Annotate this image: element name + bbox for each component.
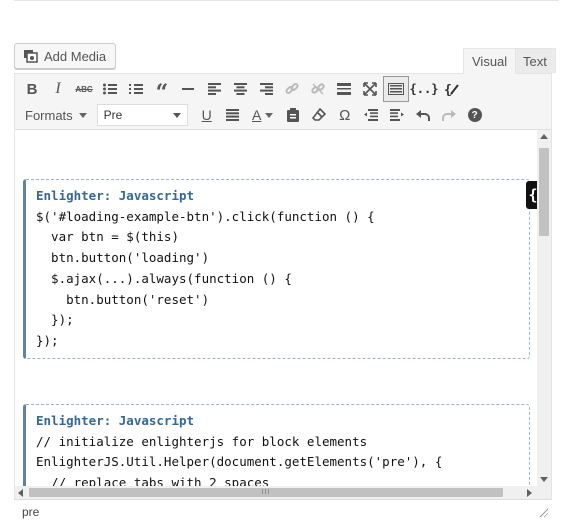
enlighter-edit-icon[interactable]: { [439, 76, 465, 102]
outdent-icon[interactable] [358, 102, 384, 128]
bold-icon[interactable]: B [19, 76, 45, 102]
vertical-scrollbar[interactable] [537, 130, 551, 486]
block-format-select[interactable]: Pre [96, 104, 188, 126]
vertical-scroll-thumb[interactable] [539, 148, 549, 236]
code-line: }); [36, 312, 74, 328]
code-line: // replace tabs with 2 spaces [36, 475, 270, 486]
clear-formatting-icon[interactable] [306, 102, 332, 128]
italic-icon[interactable]: I [45, 76, 71, 102]
horizontal-scroll-thumb[interactable]: III [29, 488, 503, 497]
editor-frame: B I ABC “ {..} {Formats Pre U A Ω ? Enl… [14, 73, 552, 499]
editor-statusbar: pre [14, 499, 552, 523]
add-media-icon [23, 49, 39, 63]
scroll-left-icon[interactable] [18, 489, 23, 497]
toolbar-toggle-icon[interactable] [383, 76, 409, 102]
scroll-right-icon[interactable] [527, 489, 532, 497]
code-block-title: Enlighter: Javascript [36, 413, 195, 428]
help-icon[interactable]: ? [462, 102, 488, 128]
text-color-icon[interactable]: A [246, 102, 280, 128]
add-media-button[interactable]: Add Media [14, 43, 117, 69]
code-line: btn.button('loading') [36, 250, 210, 266]
code-line: btn.button('reset') [36, 291, 210, 307]
redo-icon[interactable] [436, 102, 462, 128]
editor-toolbar: B I ABC “ {..} {Formats Pre U A Ω ? [15, 74, 551, 130]
paste-text-icon[interactable] [280, 102, 306, 128]
strikethrough-icon[interactable]: ABC [71, 76, 97, 102]
editor-content[interactable]: Enlighter: Javascript $('#loading-exampl… [15, 130, 537, 486]
formats-dropdown[interactable]: Formats [19, 103, 93, 127]
scroll-down-icon[interactable] [540, 477, 548, 482]
enlighter-code-icon[interactable]: {..} [409, 76, 439, 102]
align-center-icon[interactable] [227, 76, 253, 102]
formats-label: Formats [25, 107, 73, 123]
align-right-icon[interactable] [253, 76, 279, 102]
bullet-list-icon[interactable] [97, 76, 123, 102]
toolbar-row-1: B I ABC “ {..} { [19, 76, 465, 104]
add-media-label: Add Media [44, 48, 107, 64]
undo-icon[interactable] [410, 102, 436, 128]
tab-text[interactable]: Text [514, 48, 556, 73]
code-line: $.ajax(...).always(function () { [36, 270, 292, 286]
remove-link-icon[interactable] [305, 76, 331, 102]
horizontal-scrollbar[interactable]: III [15, 486, 551, 499]
code-block-title: Enlighter: Javascript [36, 188, 195, 203]
code-block-edit-handle[interactable]: { [526, 181, 537, 209]
fullscreen-icon[interactable] [357, 76, 383, 102]
code-line: }); [36, 332, 59, 348]
blockquote-icon[interactable]: “ [149, 76, 175, 104]
justify-icon[interactable] [220, 102, 246, 128]
read-more-icon[interactable] [331, 76, 357, 102]
numbered-list-icon[interactable] [123, 76, 149, 102]
code-block[interactable]: Enlighter: Javascript // initialize enli… [23, 404, 530, 486]
chevron-down-icon [78, 112, 87, 118]
code-line: EnlighterJS.Util.Helper(document.getElem… [36, 454, 443, 470]
horizontal-line-icon[interactable] [175, 76, 201, 102]
block-format-value: Pre [103, 108, 123, 122]
special-character-icon[interactable]: Ω [332, 102, 358, 128]
insert-link-icon[interactable] [279, 76, 305, 102]
code-line: var btn = $(this) [36, 229, 179, 245]
resize-handle-icon[interactable] [538, 507, 548, 517]
tab-visual[interactable]: Visual [463, 48, 517, 74]
toolbar-row-2: Formats Pre U A Ω ? [19, 102, 488, 128]
chevron-down-icon [265, 112, 274, 118]
code-line: $('#loading-example-btn').click(function… [36, 208, 375, 224]
code-block[interactable]: Enlighter: Javascript $('#loading-exampl… [23, 179, 530, 359]
code-line: // initialize enlighterjs for block elem… [36, 433, 368, 449]
underline-icon[interactable]: U [194, 102, 220, 128]
align-left-icon[interactable] [201, 76, 227, 102]
chevron-down-icon [172, 112, 181, 118]
indent-icon[interactable] [384, 102, 410, 128]
scroll-up-icon[interactable] [540, 134, 548, 139]
element-path[interactable]: pre [22, 505, 39, 519]
top-divider [14, 0, 559, 1]
